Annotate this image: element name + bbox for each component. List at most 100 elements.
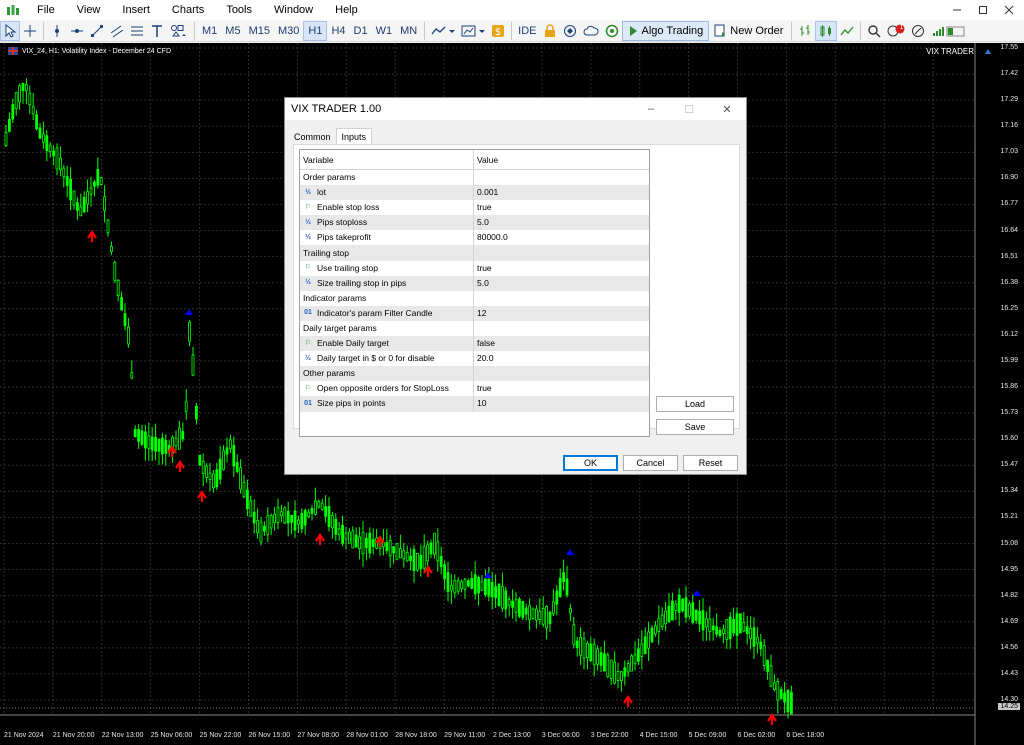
menu-window[interactable]: Window [263,0,324,20]
reset-button[interactable]: Reset [683,455,738,471]
param-value-cell[interactable]: 5.0 [474,215,649,230]
dialog-minimize-icon[interactable]: – [632,98,670,120]
param-row[interactable]: ½ Pips takeprofit 80000.0 [300,230,649,246]
market-dollar-icon[interactable]: $ [488,21,508,41]
param-value-cell[interactable]: 12 [474,306,649,321]
templates-icon[interactable] [458,21,488,41]
param-value-cell [474,291,649,306]
algo-trading-button[interactable]: Algo Trading [621,20,710,41]
candle-body [592,643,596,666]
param-variable-cell: ⚐ Open opposite orders for StopLoss [300,381,474,397]
timeframe-h4[interactable]: H4 [327,21,349,41]
vps-icon[interactable] [602,21,622,41]
candle-body [293,510,297,531]
param-variable-label: Size trailing stop in pips [317,277,407,288]
shapes-icon[interactable] [167,21,191,41]
search-icon[interactable] [864,21,884,41]
candle-body [507,599,511,606]
close-icon[interactable] [998,2,1020,18]
param-value-cell[interactable]: true [474,200,649,215]
menu-tools[interactable]: Tools [215,0,263,20]
param-value-cell[interactable]: false [474,336,649,351]
param-value-cell [474,321,649,336]
param-value-cell[interactable]: 5.0 [474,276,649,291]
menu-insert[interactable]: Insert [111,0,161,20]
param-row[interactable]: ⚐ Use trailing stop true [300,260,649,276]
cursor-icon[interactable] [0,20,20,41]
ok-button[interactable]: OK [563,455,618,471]
param-value-cell[interactable]: 20.0 [474,351,649,366]
candle-body [222,450,226,470]
param-row[interactable]: 01 Indicator's param Filter Candle 12 [300,305,649,321]
bar-chart-icon[interactable] [795,21,815,41]
horizontal-line-icon[interactable] [67,21,87,41]
candle-body [603,653,606,672]
candlestick-icon[interactable] [815,20,838,41]
cloud-icon[interactable] [580,21,602,41]
save-button[interactable]: Save [656,419,734,435]
channel-icon[interactable] [107,21,127,41]
timeframe-m15[interactable]: M15 [245,21,274,41]
candle-body [123,313,127,327]
menu-charts[interactable]: Charts [161,0,215,20]
candle-body [225,447,229,455]
line-chart-icon[interactable] [837,21,857,41]
param-row[interactable]: ½ Pips stoploss 5.0 [300,215,649,231]
param-variable-label: Daily target params [303,322,377,333]
param-row[interactable]: ⚐ Enable stop loss true [300,200,649,216]
timeframe-w1[interactable]: W1 [372,21,397,41]
new-order-button[interactable]: New Order [709,21,788,41]
cancel-button[interactable]: Cancel [623,455,678,471]
param-row[interactable]: ⚐ Enable Daily target false [300,336,649,352]
fibonacci-icon[interactable] [127,21,147,41]
param-row[interactable]: ⚐ Open opposite orders for StopLoss true [300,381,649,397]
vertical-line-icon[interactable] [47,21,67,41]
signals-icon[interactable] [560,21,580,41]
time-tick-label: 28 Nov 18:00 [395,732,437,739]
lock-icon[interactable] [540,21,560,41]
double-type-icon: ½ [305,233,311,241]
load-button[interactable]: Load [656,396,734,412]
param-value-cell[interactable]: true [474,261,649,276]
candle-body [120,297,123,311]
inputs-table[interactable]: Variable Value Order params ½ lot 0.001 ⚐ Ena… [299,149,650,437]
param-value-cell[interactable]: 10 [474,396,649,411]
candle-body [409,555,413,561]
crosshair-icon[interactable] [20,21,40,41]
timeframe-m30[interactable]: M30 [274,21,303,41]
param-row[interactable]: ½ lot 0.001 [300,185,649,201]
param-row[interactable]: ½ Daily target in $ or 0 for disable 20.0 [300,351,649,367]
candle-body [708,618,712,632]
param-value-cell[interactable]: 80000.0 [474,230,649,245]
tab-inputs[interactable]: Inputs [335,128,373,145]
menu-view[interactable]: View [66,0,112,20]
candle-body [436,541,440,562]
integer-type-icon: 01 [304,399,312,407]
candle-body [310,508,314,514]
text-icon[interactable] [147,21,167,41]
timeframe-m1[interactable]: M1 [198,21,221,41]
ide-button[interactable]: IDE [515,21,539,41]
minimize-icon[interactable] [946,2,968,18]
dialog-maximize-icon[interactable]: ☐ [670,98,708,120]
param-variable-cell: Indicator params [300,290,474,306]
timeframe-mn[interactable]: MN [396,21,421,41]
param-row[interactable]: 01 Size pips in points 10 [300,396,649,412]
param-value-cell[interactable]: true [474,381,649,396]
notifications-icon[interactable]: 1 [884,21,908,41]
profile-icon[interactable] [908,21,928,41]
timeframe-m5[interactable]: M5 [221,21,244,41]
param-value-cell[interactable]: 0.001 [474,185,649,200]
menu-help[interactable]: Help [324,0,369,20]
timeframe-h1[interactable]: H1 [303,20,328,41]
timeframe-d1[interactable]: D1 [350,21,372,41]
tab-common[interactable]: Common [289,129,336,145]
restore-icon[interactable] [972,2,994,18]
indicators-icon[interactable] [428,21,458,41]
dialog-close-icon[interactable]: ✕ [708,98,746,120]
menu-file[interactable]: File [26,0,66,20]
trendline-icon[interactable] [87,21,107,41]
param-row[interactable]: ½ Size trailing stop in pips 5.0 [300,275,649,291]
candle-body [415,552,419,571]
candle-body [262,525,266,532]
